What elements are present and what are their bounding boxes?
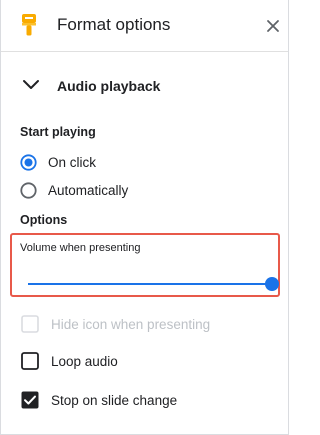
radio-checked-icon	[20, 154, 37, 171]
volume-slider[interactable]	[28, 273, 279, 297]
radio-label: On click	[48, 155, 97, 170]
format-paint-icon	[22, 14, 36, 36]
checkbox-unchecked-icon	[21, 315, 39, 333]
chevron-down-icon	[23, 80, 39, 89]
start-playing-heading: Start playing	[20, 125, 96, 139]
slider-fill	[28, 283, 272, 285]
stop-on-slide-change-checkbox[interactable]: Stop on slide change	[21, 390, 271, 412]
radio-unchecked-icon	[20, 182, 37, 199]
checkbox-label: Loop audio	[51, 354, 118, 369]
audio-playback-section-toggle[interactable]: Audio playback	[1, 66, 288, 106]
checkbox-label: Stop on slide change	[51, 393, 178, 408]
panel-header: Format options	[1, 0, 288, 52]
loop-audio-checkbox[interactable]: Loop audio	[21, 351, 271, 373]
section-title: Audio playback	[57, 78, 161, 94]
volume-label: Volume when presenting	[20, 242, 141, 254]
close-icon[interactable]	[263, 16, 283, 36]
checkbox-unchecked-icon	[21, 352, 39, 370]
checkbox-checked-icon	[21, 391, 39, 409]
volume-control-highlight: Volume when presenting	[10, 233, 280, 297]
radio-label: Automatically	[48, 183, 129, 198]
slider-thumb[interactable]	[265, 277, 279, 291]
radio-automatically[interactable]: Automatically	[20, 180, 270, 202]
options-heading: Options	[20, 213, 68, 227]
format-options-panel: Format options Audio playback Start play…	[0, 0, 289, 435]
hide-icon-checkbox[interactable]: Hide icon when presenting	[21, 314, 271, 336]
checkbox-label: Hide icon when presenting	[51, 317, 211, 332]
radio-on-click[interactable]: On click	[20, 152, 270, 174]
panel-title: Format options	[57, 15, 171, 34]
